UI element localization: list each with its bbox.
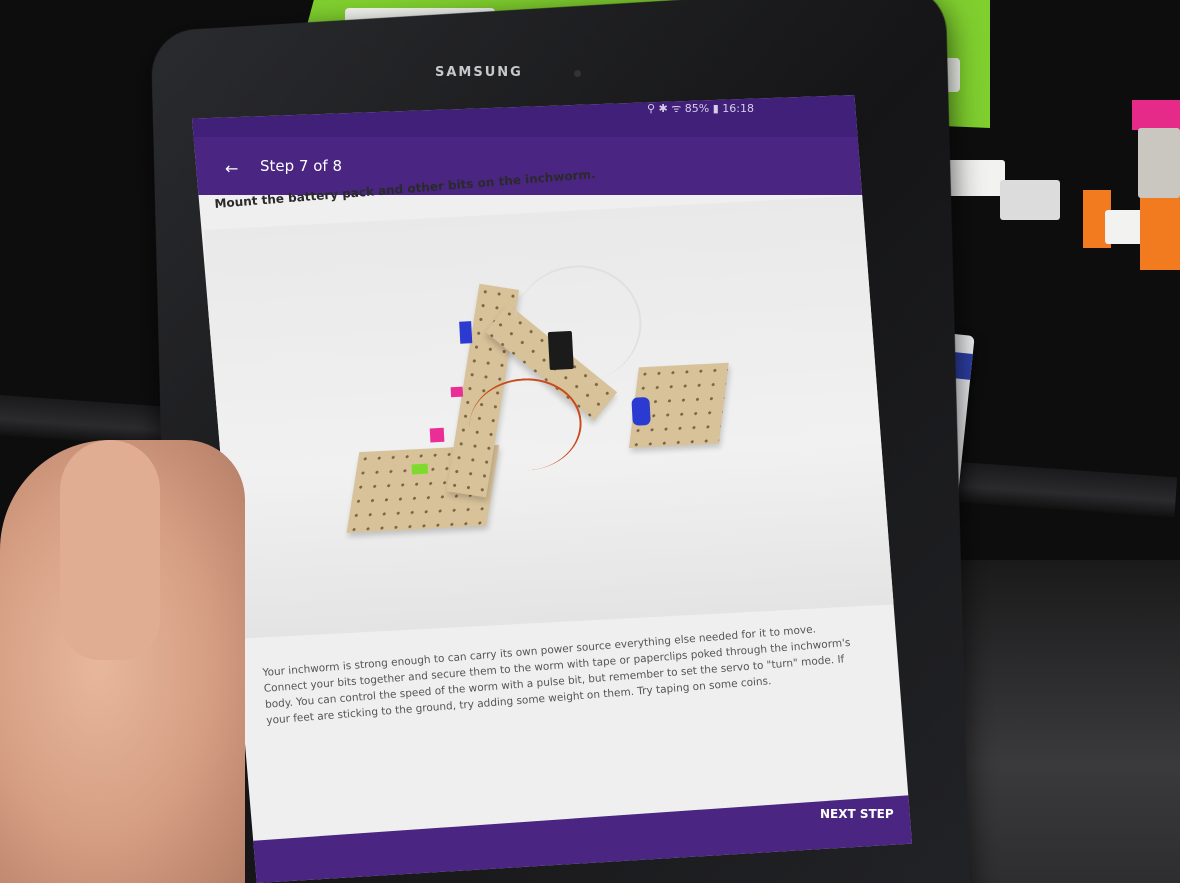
front-camera <box>574 70 581 77</box>
power-plug <box>945 160 1005 196</box>
green-bit <box>412 464 429 475</box>
arrow-left-icon[interactable]: ← <box>225 159 238 178</box>
step-description: Your inchworm is strong enough to can ca… <box>262 618 865 729</box>
next-step-button[interactable]: NEXT STEP <box>820 807 894 821</box>
step-photo <box>204 193 912 639</box>
orange-connector <box>1140 195 1180 270</box>
thumb <box>60 440 160 660</box>
status-indicators: ⚲ ✱ ᯤ 85% ▮ 16:18 <box>647 101 754 116</box>
pink-bit <box>430 428 445 443</box>
grey-bit <box>1138 128 1180 198</box>
blue-bit <box>459 321 472 344</box>
power-bit <box>1000 180 1060 220</box>
tablet-screen: ⚲ ✱ ᯤ 85% ▮ 16:18 ▣ ← Step 7 of 8 Mount … <box>192 95 912 883</box>
photo-scene: littleBits SAMSUNG ⚲ ✱ ᯤ 85% ▮ 16:18 ▣ ←… <box>0 0 1180 883</box>
app-bar: ← Step 7 of 8 <box>192 137 912 195</box>
pink-bit <box>451 387 464 398</box>
pink-bit <box>1132 100 1180 130</box>
battery-pack-on-worm <box>631 397 650 426</box>
device-brand: SAMSUNG <box>435 65 523 80</box>
page-title: Step 7 of 8 <box>260 157 342 175</box>
